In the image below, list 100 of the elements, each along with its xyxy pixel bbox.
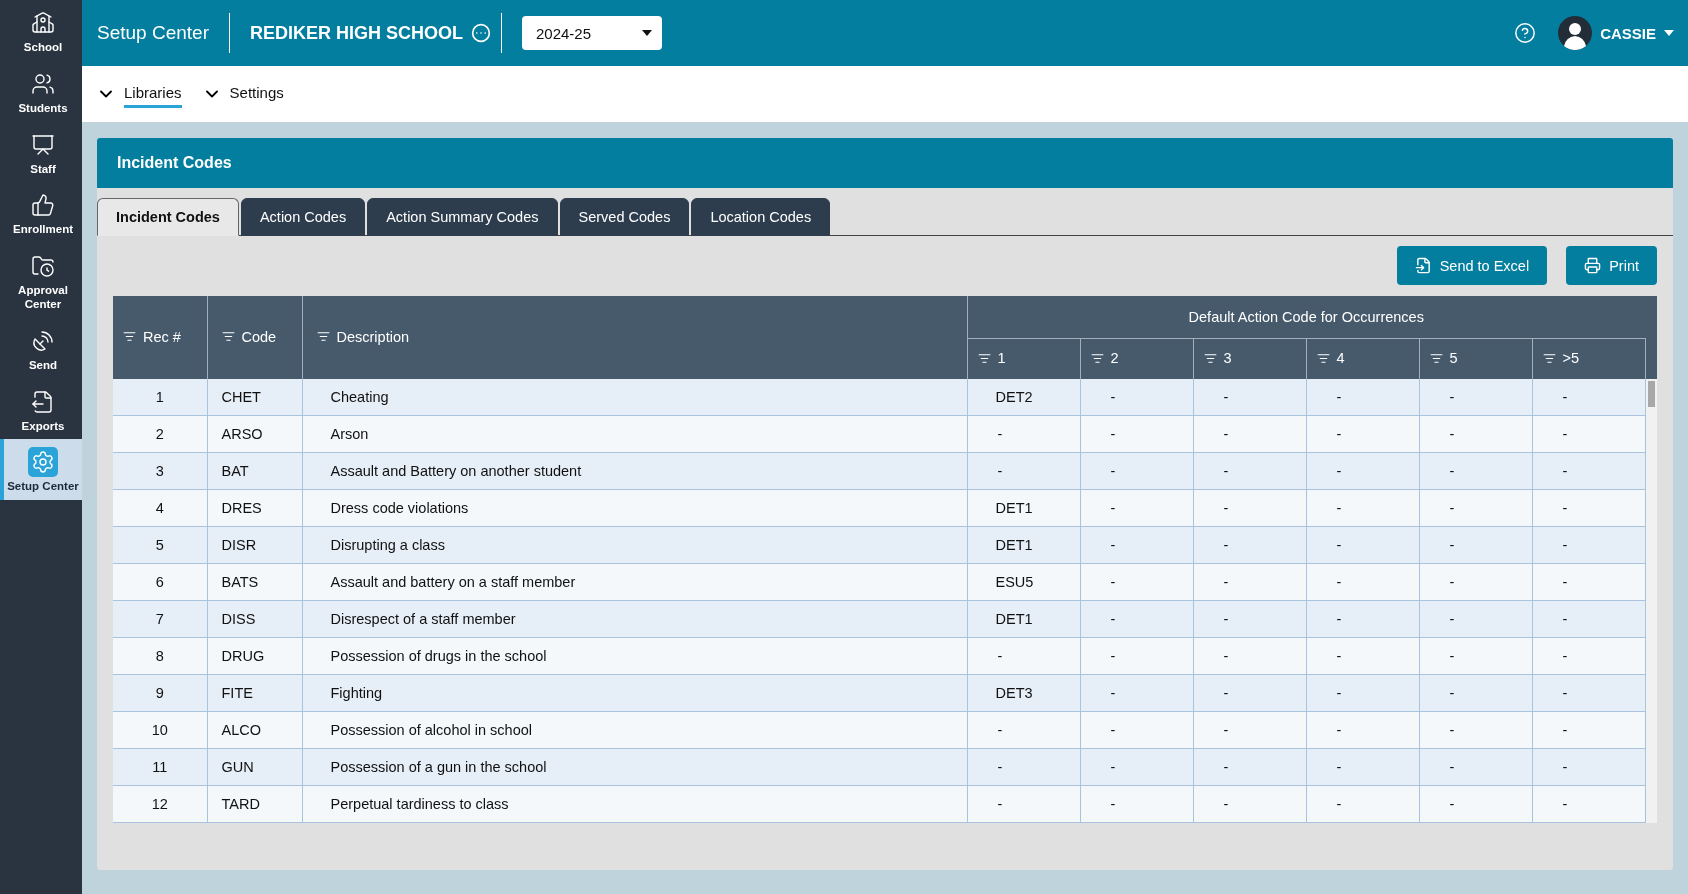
table-cell: - [1080,785,1193,823]
table-cell: - [1193,711,1306,749]
table-cell: - [1419,526,1532,564]
column-header[interactable]: 3 [1193,338,1306,379]
table-cell: 9 [113,674,207,712]
table-cell: - [1193,489,1306,527]
sidebar-item[interactable]: Send [0,317,82,379]
sidebar-item[interactable]: School [0,0,82,61]
table-cell: - [967,452,1080,490]
sidebar-item[interactable]: Exports [0,378,82,440]
table-cell: - [1532,637,1645,675]
export-button[interactable]: Send to Excel [1396,246,1548,285]
table-cell: - [967,748,1080,786]
table-cell: DISS [207,600,302,638]
file-export-icon [31,389,55,414]
column-header[interactable]: Rec # [113,296,207,379]
table-cell: - [1080,379,1193,416]
table-cell: 1 [113,379,207,416]
table-cell: - [1532,379,1645,416]
table-cell: - [1419,748,1532,786]
tab[interactable]: Served Codes [559,198,690,236]
filter-icon [1203,351,1217,365]
column-header[interactable]: >5 [1532,338,1645,379]
table-cell: - [1306,415,1419,453]
table-cell: - [1080,711,1193,749]
tab[interactable]: Action Summary Codes [367,198,558,236]
table-cell: - [1419,489,1532,527]
sidebar-item[interactable]: Setup Center [0,439,82,501]
table-cell: - [1306,748,1419,786]
user-avatar-icon [1558,16,1593,50]
caret-icon [1664,30,1674,36]
table-cell: - [1532,563,1645,601]
table-cell: 8 [113,637,207,675]
table-cell: - [1306,379,1419,416]
sidebar-item[interactable]: Enrollment [0,182,82,244]
table-cell: TARD [207,785,302,823]
column-header[interactable]: Description [302,296,967,379]
table-cell: - [1532,526,1645,564]
table-cell: - [1419,600,1532,638]
more-options-icon[interactable] [471,23,491,43]
table-cell: FITE [207,674,302,712]
table-cell: CHET [207,379,302,416]
file-export-icon [1414,257,1432,274]
scrollbar-thumb[interactable] [1647,381,1655,407]
table-cell: - [1306,711,1419,749]
table-cell: DRUG [207,637,302,675]
table-cell: DISR [207,526,302,564]
tab[interactable]: Location Codes [691,198,831,236]
table-cell: - [1306,637,1419,675]
tab[interactable]: Action Codes [240,198,366,236]
tab[interactable]: Incident Codes [97,198,239,236]
sidebar-item[interactable]: Approval Center [0,243,82,318]
print-button[interactable]: Print [1566,246,1657,285]
column-header[interactable]: 4 [1306,338,1419,379]
table-cell: Perpetual tardiness to class [302,785,967,823]
table-cell: - [1532,748,1645,786]
school-icon [31,11,55,35]
panel-title: Incident Codes [97,138,1673,188]
table-cell: Dress code violations [302,489,967,527]
table-cell: - [967,785,1080,823]
table-cell: Disrespect of a staff member [302,600,967,638]
table-cell: DET3 [967,674,1080,712]
table-cell: - [1419,785,1532,823]
table-cell: GUN [207,748,302,786]
column-header[interactable]: Code [207,296,302,379]
table-cell: - [1306,785,1419,823]
help-icon[interactable] [1514,22,1537,44]
table-cell: - [1419,563,1532,601]
filter-icon [977,351,991,365]
table-cell: 7 [113,600,207,638]
table-cell: Disrupting a class [302,526,967,564]
caret-icon [642,30,652,36]
nav-menu-item[interactable]: Settings [229,80,284,108]
satellite-dish-icon [31,328,55,353]
table-cell: - [1306,563,1419,601]
table-cell: - [1532,489,1645,527]
table-cell: - [1419,379,1532,416]
table-cell: ALCO [207,711,302,749]
table-cell: BATS [207,563,302,601]
table-cell: - [1080,600,1193,638]
column-header[interactable]: 1 [967,338,1080,379]
table-cell: - [967,637,1080,675]
table-cell: ARSO [207,415,302,453]
table-cell: - [1080,748,1193,786]
people-icon [31,71,55,96]
school-year-dropdown[interactable]: 2024-25 [522,16,662,50]
table-cell: DET1 [967,526,1080,564]
sidebar-item[interactable]: Students [0,60,82,122]
nav-menu-item[interactable]: Libraries [124,80,182,108]
table-cell: - [1532,711,1645,749]
table-cell: 11 [113,748,207,786]
app-title: Setup Center [97,13,230,53]
table-cell: - [1193,674,1306,712]
table-cell: - [967,711,1080,749]
table-cell: 3 [113,452,207,490]
column-header[interactable]: 5 [1419,338,1532,379]
user-menu[interactable]: CASSIE [1558,16,1674,50]
column-header[interactable]: 2 [1080,338,1193,379]
table-cell: - [1193,526,1306,564]
sidebar-item[interactable]: Staff [0,121,82,183]
